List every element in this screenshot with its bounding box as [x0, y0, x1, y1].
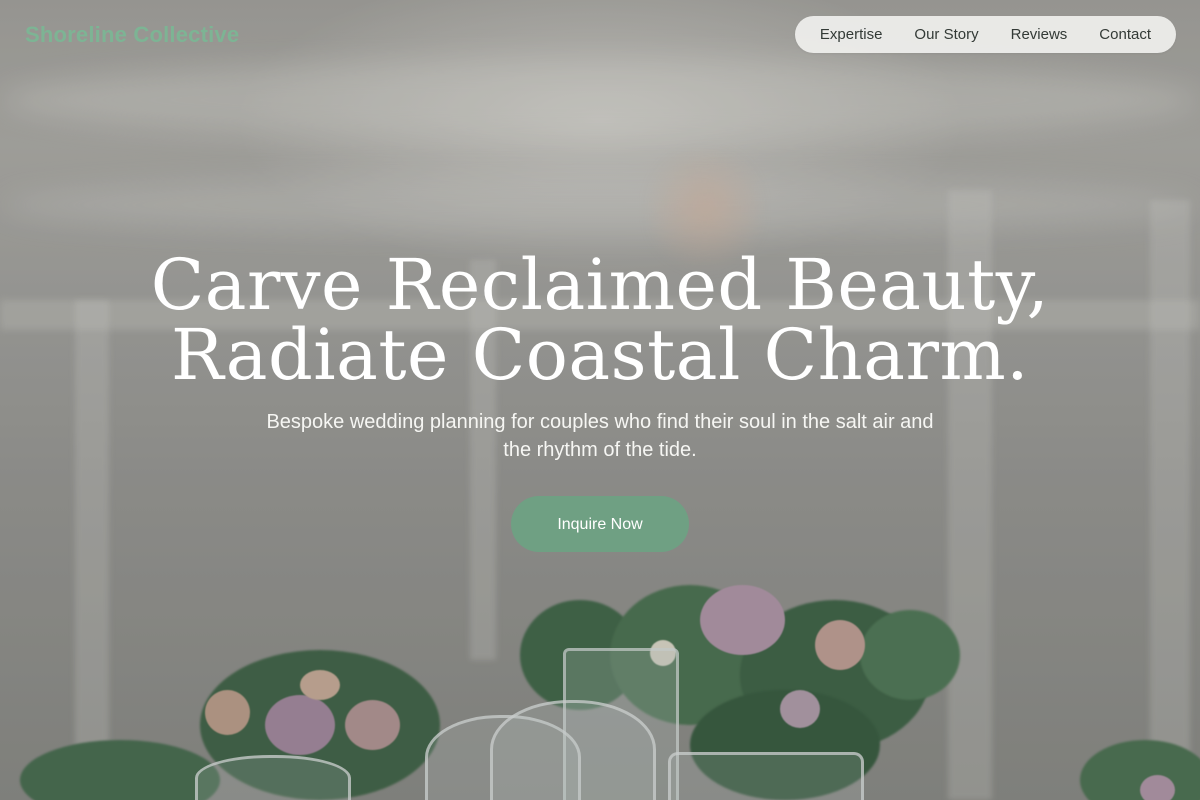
- inquire-now-button[interactable]: Inquire Now: [511, 496, 689, 552]
- nav-item-contact[interactable]: Contact: [1099, 26, 1151, 43]
- brand-logo[interactable]: Shoreline Collective: [25, 20, 239, 50]
- hero-title: Carve Reclaimed Beauty, Radiate Coastal …: [0, 250, 1200, 390]
- nav-item-expertise[interactable]: Expertise: [820, 26, 883, 43]
- hero-subtitle: Bespoke wedding planning for couples who…: [266, 411, 934, 461]
- hero-section: Carve Reclaimed Beauty, Radiate Coastal …: [0, 250, 1200, 552]
- hero-title-line-2: Radiate Coastal Charm.: [170, 314, 1030, 396]
- nav-item-our-story[interactable]: Our Story: [914, 26, 978, 43]
- nav-item-reviews[interactable]: Reviews: [1011, 26, 1068, 43]
- main-nav: Expertise Our Story Reviews Contact: [794, 16, 1176, 53]
